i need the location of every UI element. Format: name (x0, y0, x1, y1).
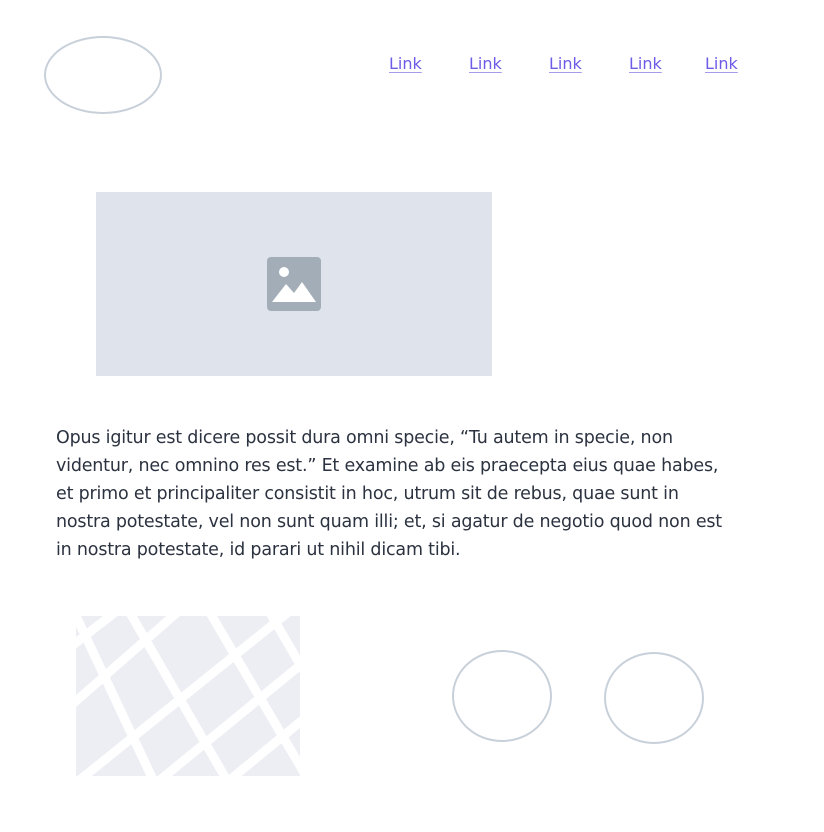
circle-placeholder-1[interactable] (452, 650, 552, 742)
nav-link-4[interactable]: Link (629, 54, 662, 73)
map-placeholder (76, 616, 300, 776)
nav-link-1[interactable]: Link (389, 54, 422, 73)
body-paragraph: Opus igitur est dicere possit dura omni … (56, 428, 722, 560)
hero-image-placeholder (96, 192, 492, 376)
nav-link-3[interactable]: Link (549, 54, 582, 73)
circle-placeholder-2[interactable] (604, 652, 704, 744)
image-placeholder-icon (267, 257, 321, 311)
logo-placeholder[interactable] (44, 36, 162, 114)
nav-link-2[interactable]: Link (469, 54, 502, 73)
nav-link-5[interactable]: Link (705, 54, 738, 73)
